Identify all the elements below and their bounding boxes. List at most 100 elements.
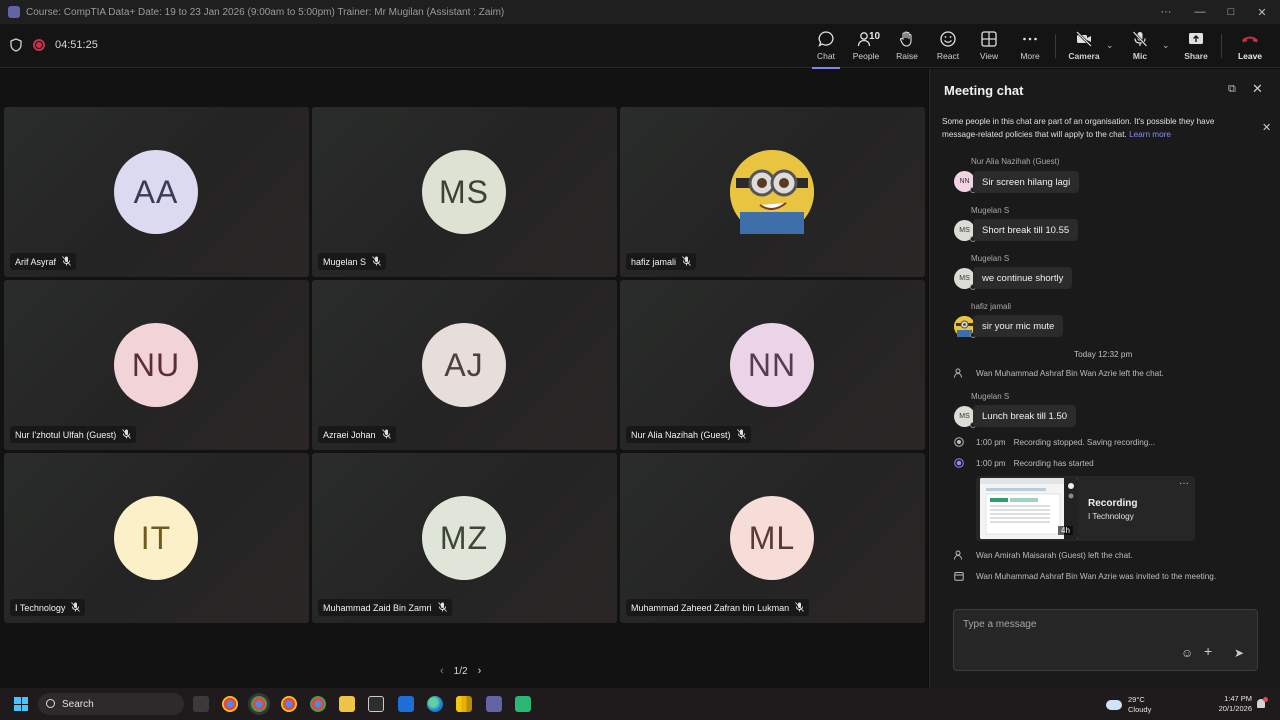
participant-tile[interactable]: ML Muhammad Zaheed Zafran bin Lukman (620, 453, 925, 623)
notification-bell-icon[interactable] (1257, 697, 1268, 708)
mic-muted-icon (682, 255, 691, 268)
raise-hand-button[interactable]: Raise (887, 28, 927, 66)
search-label: Search (62, 698, 94, 710)
person-left-icon (954, 368, 962, 378)
mic-off-icon (1132, 31, 1148, 47)
snipping-tool-icon[interactable] (368, 696, 384, 712)
shield-icon (10, 38, 22, 52)
message-bubble[interactable]: Short break till 10.55 (973, 219, 1079, 241)
participant-tile[interactable]: NU Nur I'zhotul Ulfah (Guest) (4, 280, 309, 450)
more-button-label: More (1020, 51, 1040, 61)
camera-button[interactable]: Camera (1064, 28, 1104, 66)
send-icon[interactable]: ➤ (1234, 646, 1244, 660)
recording-owner: I Technology (1088, 512, 1134, 521)
grid-pager: ‹ 1/2 › (440, 665, 481, 677)
popout-chat-icon[interactable]: ⧉ (1228, 83, 1236, 96)
chrome-icon[interactable] (281, 696, 297, 712)
recording-started-icon (954, 458, 964, 468)
system-message-text: Wan Amirah Maisarah (Guest) left the cha… (976, 550, 1133, 560)
view-button[interactable]: View (969, 28, 1009, 66)
teams-icon[interactable] (486, 696, 502, 712)
people-button[interactable]: 10 People (846, 28, 886, 66)
mic-muted-icon (62, 255, 71, 268)
next-page-button[interactable]: › (478, 665, 482, 677)
learn-more-link[interactable]: Learn more (1129, 130, 1171, 139)
system-message-text: Recording stopped. Saving recording... (1013, 437, 1156, 447)
react-button[interactable]: React (928, 28, 968, 66)
participant-name-tag: Mugelan S (318, 253, 387, 270)
previous-page-button[interactable]: ‹ (440, 665, 444, 677)
avatar: MS (954, 220, 976, 242)
people-count: 10 (869, 31, 881, 42)
participant-avatar (730, 150, 814, 234)
participant-name: I Technology (15, 602, 66, 613)
participant-tile[interactable]: hafiz jamali (620, 107, 925, 277)
recording-card[interactable]: 4h Recording I Technology ··· (976, 476, 1195, 541)
taskbar-search[interactable]: Search (38, 693, 184, 715)
power-bi-icon[interactable] (456, 696, 472, 712)
page-indicator: 1/2 (453, 665, 468, 677)
avatar-initials: MS (959, 275, 970, 282)
camera-options-chevron[interactable]: ⌄ (1106, 40, 1114, 51)
mic-muted-icon (122, 428, 132, 441)
windows-start-icon[interactable] (14, 697, 28, 711)
participant-name-tag: Muhammad Zaid Bin Zamri (318, 599, 452, 616)
mic-button[interactable]: Mic (1120, 28, 1160, 66)
participant-tile[interactable]: MZ Muhammad Zaid Bin Zamri (312, 453, 617, 623)
chat-panel-title: Meeting chat (944, 83, 1024, 98)
chat-button-label: Chat (817, 51, 835, 61)
weather-widget[interactable]: 29°C Cloudy (1106, 695, 1151, 715)
window-more-button[interactable]: ··· (1150, 0, 1182, 24)
system-message-text: Wan Muhammad Ashraf Bin Wan Azrie left t… (976, 368, 1164, 378)
dismiss-notice-button[interactable]: ✕ (1262, 121, 1271, 134)
task-view-icon[interactable] (193, 696, 209, 712)
message-bubble[interactable]: Sir screen hilang lagi (973, 171, 1080, 193)
message-bubble[interactable]: sir your mic mute (973, 315, 1064, 337)
share-button[interactable]: Share (1176, 28, 1216, 66)
mic-options-chevron[interactable]: ⌄ (1162, 40, 1170, 51)
participant-tile[interactable]: MS Mugelan S (312, 107, 617, 277)
chat-button[interactable]: Chat (806, 28, 846, 69)
mic-muted-icon (795, 601, 804, 614)
emoji-icon[interactable]: ☺ (1181, 646, 1193, 660)
attach-plus-icon[interactable]: + (1204, 643, 1212, 659)
smiley-icon (940, 31, 956, 47)
chrome-icon[interactable] (222, 696, 238, 712)
window-close-button[interactable]: ✕ (1246, 0, 1278, 24)
message-sender: hafiz jamali (971, 302, 1012, 311)
avatar (954, 316, 976, 338)
system-message-text: Recording has started (1013, 458, 1094, 468)
grid-view-icon (981, 31, 997, 47)
mic-muted-icon (736, 428, 746, 441)
remote-desktop-icon[interactable] (398, 696, 414, 712)
participant-tile[interactable]: AJ Azraei Johan (312, 280, 617, 450)
system-message-time: 1:00 pm (976, 437, 1006, 447)
minimize-button[interactable]: — (1184, 0, 1216, 24)
react-button-label: React (936, 51, 960, 61)
participant-tile[interactable]: AA Arif Asyraf (4, 107, 309, 277)
more-button[interactable]: More (1010, 28, 1050, 66)
edge-icon[interactable] (427, 696, 443, 712)
weather-condition: Cloudy (1128, 705, 1152, 714)
message-bubble[interactable]: Lunch break till 1.50 (973, 405, 1077, 427)
participant-name: Muhammad Zaid Bin Zamri (323, 602, 432, 613)
participant-name: Mugelan S (323, 256, 367, 267)
message-composer[interactable]: Type a message ☺ + ➤ (953, 609, 1258, 671)
recording-more-button[interactable]: ··· (1179, 478, 1189, 489)
participant-tile[interactable]: NN Nur Alia Nazihah (Guest) (620, 280, 925, 450)
message-bubble[interactable]: we continue shortly (973, 267, 1073, 289)
message-sender: Mugelan S (971, 206, 1010, 215)
app-icon[interactable] (515, 696, 531, 712)
maximize-button[interactable]: □ (1215, 0, 1247, 24)
system-clock[interactable]: 1:47 PM 20/1/2026 (1212, 694, 1252, 714)
participant-tile[interactable]: IT I Technology (4, 453, 309, 623)
file-explorer-icon[interactable] (339, 696, 355, 712)
avatar-initials: NN (959, 178, 970, 185)
chrome-icon[interactable] (251, 696, 267, 712)
leave-button[interactable]: Leave (1230, 28, 1270, 66)
close-chat-button[interactable]: ✕ (1252, 81, 1263, 97)
participant-avatar: AA (114, 150, 198, 234)
chrome-icon[interactable] (310, 696, 326, 712)
participant-avatar: MZ (422, 496, 506, 580)
system-message: Wan Muhammad Ashraf Bin Wan Azrie left t… (954, 368, 1164, 378)
